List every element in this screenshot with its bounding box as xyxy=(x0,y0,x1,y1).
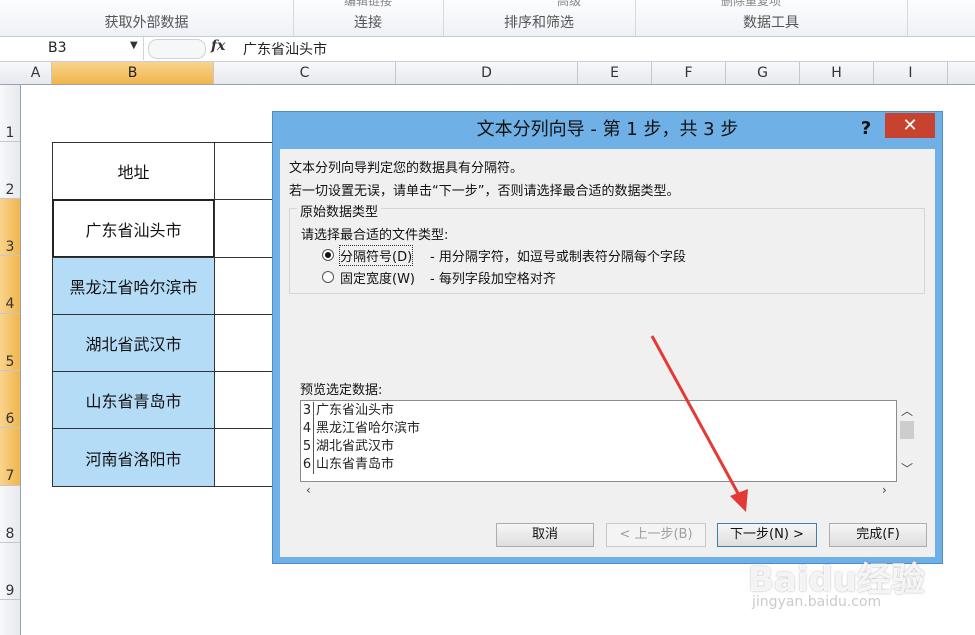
annotation-arrow-shaft xyxy=(650,335,742,498)
baidu-watermark-url: jingyan.baidu.com xyxy=(752,594,882,610)
annotation-arrow xyxy=(650,335,748,512)
